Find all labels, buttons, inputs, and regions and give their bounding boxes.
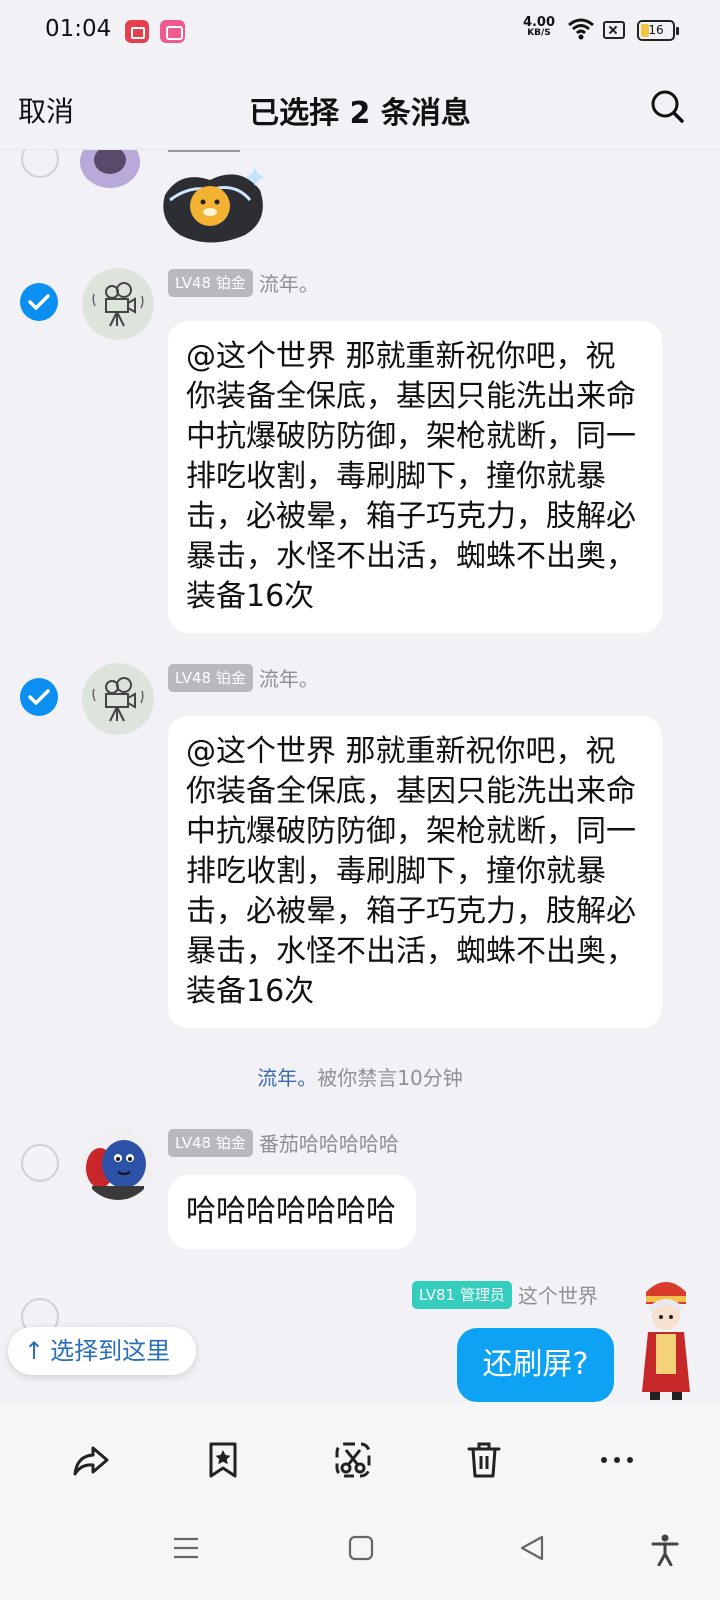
- menu-icon[interactable]: [172, 1534, 200, 1566]
- sticker-images: [70, 150, 280, 248]
- system-notice: 流年。被你禁言10分钟: [0, 1062, 720, 1091]
- accessibility-icon[interactable]: [651, 1534, 679, 1570]
- system-navigation-bar: [0, 1514, 720, 1600]
- message-select-checkbox[interactable]: [20, 283, 58, 321]
- selection-action-toolbar: [0, 1402, 720, 1514]
- notice-text: 被你禁言10分钟: [317, 1066, 463, 1090]
- message-select-checkbox[interactable]: [20, 678, 58, 716]
- message-meta: LV81 管理员 这个世界: [412, 1280, 598, 1309]
- message-select-checkbox[interactable]: [21, 150, 59, 178]
- net-speed: 4.00 KB/S: [520, 15, 558, 39]
- message-select-checkbox[interactable]: [21, 1144, 59, 1182]
- no-sim-icon: [603, 21, 625, 39]
- avatar[interactable]: [632, 1274, 700, 1402]
- selection-header: 取消 已选择 2 条消息: [0, 64, 720, 150]
- sender-name[interactable]: 番茄哈哈哈哈哈: [259, 1128, 399, 1157]
- wifi-icon: [567, 17, 595, 45]
- message-bubble[interactable]: @这个世界 那就重新祝你吧，祝你装备全保底，基因只能洗出来命中抗爆破防防御，架枪…: [168, 321, 662, 633]
- sender-name[interactable]: 流年。: [259, 268, 319, 297]
- notice-user-link[interactable]: 流年。: [257, 1066, 317, 1090]
- more-icon[interactable]: [597, 1440, 637, 1480]
- net-speed-value: 4.00: [522, 15, 556, 30]
- level-badge: LV48 铂金: [168, 1128, 253, 1157]
- sender-name[interactable]: 这个世界: [518, 1280, 598, 1309]
- screenshot-cut-icon[interactable]: [333, 1440, 373, 1480]
- message-meta: LV48 铂金 番茄哈哈哈哈哈: [168, 1128, 399, 1157]
- search-icon[interactable]: [649, 88, 685, 128]
- battery-level: 16: [648, 23, 664, 37]
- avatar[interactable]: [82, 1128, 154, 1200]
- avatar[interactable]: [82, 268, 154, 340]
- message-bubble[interactable]: 哈哈哈哈哈哈哈: [168, 1175, 416, 1249]
- screen-record-icon: [125, 20, 149, 43]
- share-icon[interactable]: [71, 1440, 111, 1480]
- select-to-here-button[interactable]: ↑ 选择到这里: [8, 1327, 196, 1375]
- status-bar: 01:04 4.00 KB/S 16: [0, 0, 720, 64]
- sender-name[interactable]: 流年。: [259, 663, 319, 692]
- bilibili-app-icon: [160, 20, 185, 43]
- chat-message-list[interactable]: LV48 铂金 流年。 @这个世界 那就重新祝你吧，祝你装备全保底，基因只能洗出来…: [0, 150, 720, 1402]
- page-title: 已选择 2 条消息: [249, 96, 471, 131]
- battery-icon: 16: [637, 20, 679, 41]
- message-bubble[interactable]: 还刷屏?: [457, 1328, 614, 1402]
- level-badge: LV48 铂金: [168, 268, 253, 297]
- status-time: 01:04: [45, 16, 112, 42]
- back-icon[interactable]: [518, 1534, 546, 1566]
- message-meta: LV48 铂金 流年。: [168, 268, 319, 297]
- level-badge: LV81 管理员: [412, 1280, 512, 1309]
- delete-icon[interactable]: [464, 1440, 504, 1480]
- home-icon[interactable]: [347, 1534, 375, 1566]
- select-to-here-label: 选择到这里: [50, 1337, 171, 1365]
- bookmark-icon[interactable]: [203, 1440, 243, 1480]
- level-badge: LV48 铂金: [168, 663, 253, 692]
- message-bubble[interactable]: @这个世界 那就重新祝你吧，祝你装备全保底，基因只能洗出来命中抗爆破防防御，架枪…: [168, 716, 662, 1028]
- arrow-up-icon: ↑: [24, 1337, 45, 1365]
- avatar[interactable]: [82, 663, 154, 735]
- message-meta: LV48 铂金 流年。: [168, 663, 319, 692]
